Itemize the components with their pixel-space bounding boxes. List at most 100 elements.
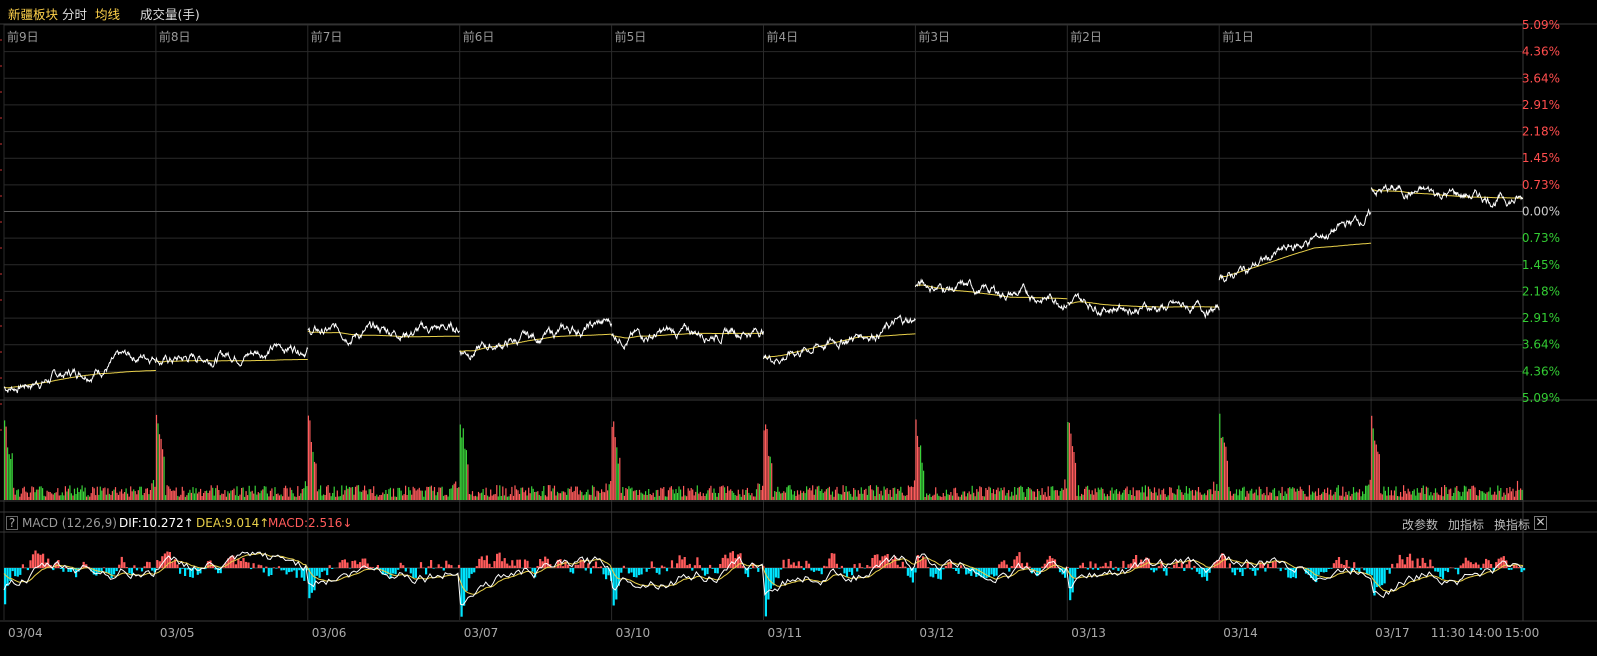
volume-bar	[804, 493, 806, 500]
price-line	[459, 317, 613, 361]
macd-bar	[663, 566, 666, 568]
volume-bar	[1170, 487, 1172, 500]
volume-bar	[1108, 496, 1110, 500]
volume-bar	[1400, 492, 1402, 500]
macd-bar	[282, 568, 286, 571]
volume-bar	[652, 492, 654, 500]
macd-bar	[901, 561, 904, 568]
volume-bar	[1280, 493, 1282, 500]
add-indicator-button[interactable]: 加指标	[1448, 516, 1484, 533]
volume-bar	[131, 491, 133, 500]
volume-bar	[1185, 486, 1187, 500]
macd-bar	[237, 558, 240, 568]
volume-bar	[174, 490, 176, 500]
volume-bar	[1219, 413, 1221, 500]
macd-bar	[698, 565, 701, 568]
macd-bar	[1292, 568, 1295, 578]
volume-bar	[1286, 493, 1288, 500]
volume-bar	[546, 496, 548, 500]
macd-bar	[1114, 566, 1117, 568]
volume-bar	[408, 487, 410, 500]
volume-bar	[269, 490, 271, 500]
macd-bar	[960, 565, 963, 568]
volume-bar	[362, 490, 364, 500]
volume-bar	[432, 490, 434, 500]
price-axis-label: 0.00%	[1522, 205, 1560, 219]
volume-bar	[1197, 487, 1200, 500]
volume-bar	[1184, 492, 1186, 500]
volume-bar	[1246, 490, 1248, 500]
volume-bar	[803, 491, 805, 500]
macd-bar	[1097, 568, 1100, 570]
volume-bar	[1038, 491, 1040, 500]
volume-bar	[163, 456, 165, 500]
volume-bar	[286, 488, 288, 500]
volume-bar	[1422, 485, 1424, 500]
change-params-button[interactable]: 改参数	[1402, 516, 1438, 533]
volume-bar	[1503, 492, 1505, 500]
volume-bar	[297, 486, 299, 500]
volume-bar	[555, 495, 557, 500]
volume-bar	[684, 495, 686, 500]
date-tick-label: 03/11	[768, 626, 803, 640]
macd-bar	[346, 562, 349, 568]
volume-bar	[970, 494, 972, 500]
volume-bar	[1369, 479, 1371, 500]
macd-bar	[1124, 568, 1128, 569]
volume-bar	[1181, 492, 1183, 500]
volume-bar	[1178, 485, 1180, 500]
volume-bar	[525, 490, 527, 500]
volume-bar	[790, 489, 792, 500]
macd-bar	[285, 568, 288, 575]
volume-bar	[809, 487, 811, 500]
volume-bar	[673, 493, 676, 500]
volume-bar	[418, 487, 420, 500]
volume-bar	[780, 493, 782, 500]
macd-bar	[247, 562, 250, 568]
volume-bar	[158, 434, 161, 500]
volume-bar	[948, 494, 950, 500]
intraday-chart[interactable]: 前9日 前8日 前7日 前6日 前5日 前4日 前3日 前2日 前1日 5.09% 4.36% 3.…	[0, 0, 1597, 656]
switch-indicator-button[interactable]: 换指标	[1494, 516, 1530, 533]
volume-bar	[470, 494, 472, 500]
macd-bar	[1408, 553, 1412, 568]
macd-help-icon[interactable]: ?	[6, 516, 18, 530]
macd-bar	[321, 568, 324, 572]
day-label: 前1日	[1222, 29, 1254, 44]
macd-bar	[805, 560, 808, 568]
volume-bar	[330, 496, 332, 500]
macd-bar	[1487, 560, 1490, 568]
macd-bar	[845, 568, 849, 578]
macd-bar	[630, 568, 633, 573]
volume-bar	[1395, 486, 1397, 500]
volume-bar	[491, 495, 493, 500]
volume-bar	[250, 491, 252, 500]
close-macd-icon[interactable]: ✕	[1534, 516, 1547, 530]
macd-bar	[280, 568, 283, 571]
volume-bar	[766, 429, 768, 500]
volume-bar	[477, 491, 480, 500]
volume-bar	[1191, 489, 1194, 500]
volume-bar	[221, 493, 223, 500]
volume-bar	[175, 487, 177, 500]
volume-bar	[1510, 491, 1512, 500]
volume-bar	[1416, 488, 1418, 500]
volume-bar	[86, 496, 88, 500]
macd-bar	[151, 568, 154, 571]
volume-bar	[535, 491, 537, 500]
volume-bar	[1106, 494, 1108, 500]
volume-bar	[904, 495, 906, 500]
volume-bar	[991, 493, 993, 500]
volume-bar	[716, 496, 718, 500]
volume-bar	[398, 487, 401, 500]
macd-bar	[1345, 560, 1348, 568]
macd-bar	[904, 566, 907, 568]
volume-bar	[1175, 494, 1177, 500]
volume-bar	[722, 485, 724, 500]
volume-bar	[464, 448, 466, 500]
macd-bar	[653, 566, 656, 568]
volume-bar	[954, 487, 957, 500]
macd-bar	[1322, 568, 1325, 573]
macd-bar	[404, 568, 407, 572]
volume-bar	[1204, 493, 1206, 500]
